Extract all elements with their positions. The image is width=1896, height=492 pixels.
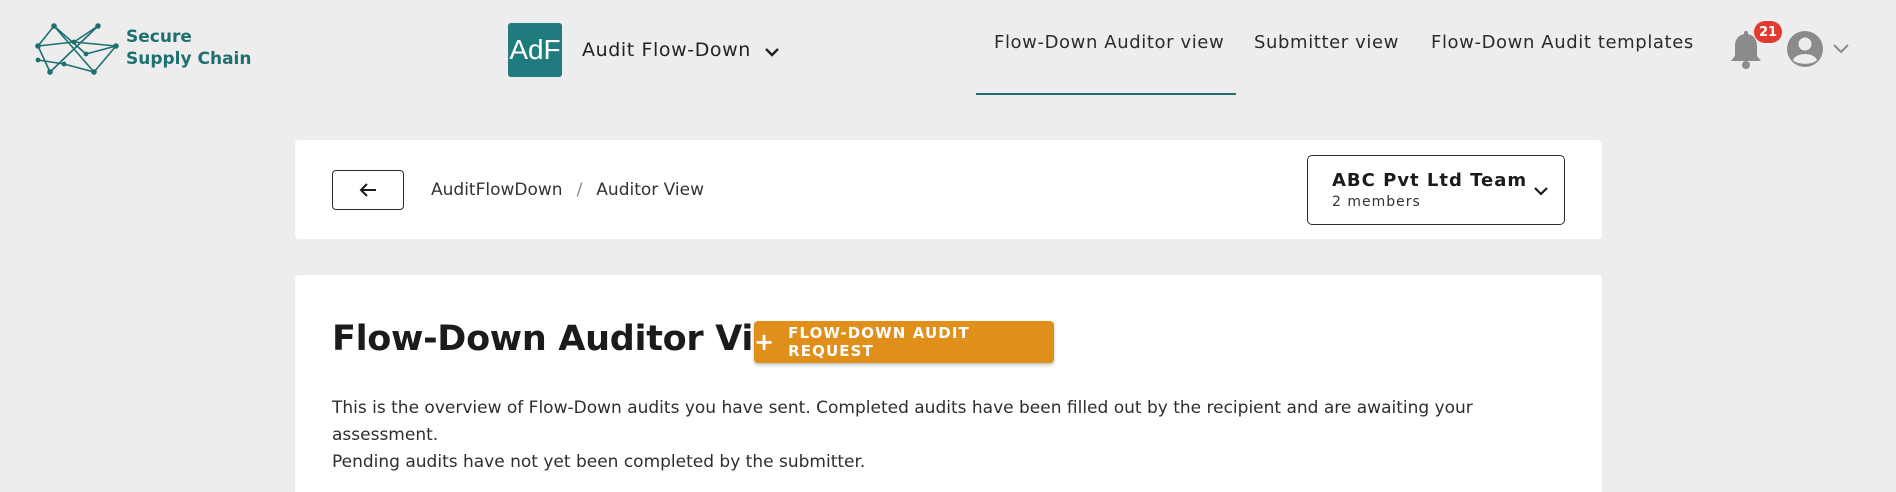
team-name: ABC Pvt Ltd Team (1332, 170, 1528, 191)
page-title: Flow-Down Auditor View (332, 319, 809, 359)
nav-audit-templates[interactable]: Flow-Down Audit templates (1431, 32, 1694, 53)
user-avatar-icon[interactable] (1786, 30, 1824, 68)
team-selector[interactable]: ABC Pvt Ltd Team 2 members (1307, 155, 1565, 225)
description-line-2: Pending audits have not yet been complet… (332, 452, 866, 472)
top-bar: Secure Supply Chain AdF Audit Flow-Down … (0, 0, 1896, 96)
network-logo-icon (35, 23, 119, 75)
app-switcher[interactable]: AdF Audit Flow-Down (508, 23, 781, 77)
breadcrumb-card: AuditFlowDown / Auditor View ABC Pvt Ltd… (295, 140, 1602, 239)
breadcrumb-separator: / (576, 180, 583, 200)
notification-count-badge: 21 (1754, 21, 1783, 43)
breadcrumb-item-auditflowdown[interactable]: AuditFlowDown (431, 180, 563, 200)
page-description: This is the overview of Flow-Down audits… (332, 395, 1532, 476)
breadcrumb: AuditFlowDown / Auditor View (431, 180, 704, 200)
brand-name: Secure Supply Chain (126, 26, 252, 70)
chevron-down-icon (765, 48, 779, 57)
breadcrumb-item-auditor-view: Auditor View (596, 180, 705, 200)
brand-logo[interactable]: Secure Supply Chain (34, 20, 252, 76)
main-content-card: Flow-Down Auditor View + FLOW-DOWN AUDIT… (295, 275, 1602, 492)
app-name: Audit Flow-Down (582, 39, 751, 61)
request-button-label: FLOW-DOWN AUDIT REQUEST (788, 324, 970, 360)
arrow-left-icon (359, 183, 376, 197)
app-badge: AdF (508, 23, 562, 77)
back-button[interactable] (332, 170, 404, 210)
active-tab-indicator (976, 93, 1236, 95)
chevron-down-icon (1534, 187, 1548, 196)
plus-icon: + (754, 328, 775, 356)
description-line-1: This is the overview of Flow-Down audits… (332, 398, 1473, 445)
nav-submitter-view[interactable]: Submitter view (1254, 32, 1399, 53)
chevron-down-icon[interactable] (1832, 42, 1850, 56)
brand-line-2: Supply Chain (126, 49, 252, 69)
team-member-count: 2 members (1332, 194, 1421, 210)
nav-auditor-view[interactable]: Flow-Down Auditor view (994, 32, 1224, 53)
brand-line-1: Secure (126, 27, 192, 47)
flow-down-audit-request-button[interactable]: + FLOW-DOWN AUDIT REQUEST (754, 321, 1054, 363)
